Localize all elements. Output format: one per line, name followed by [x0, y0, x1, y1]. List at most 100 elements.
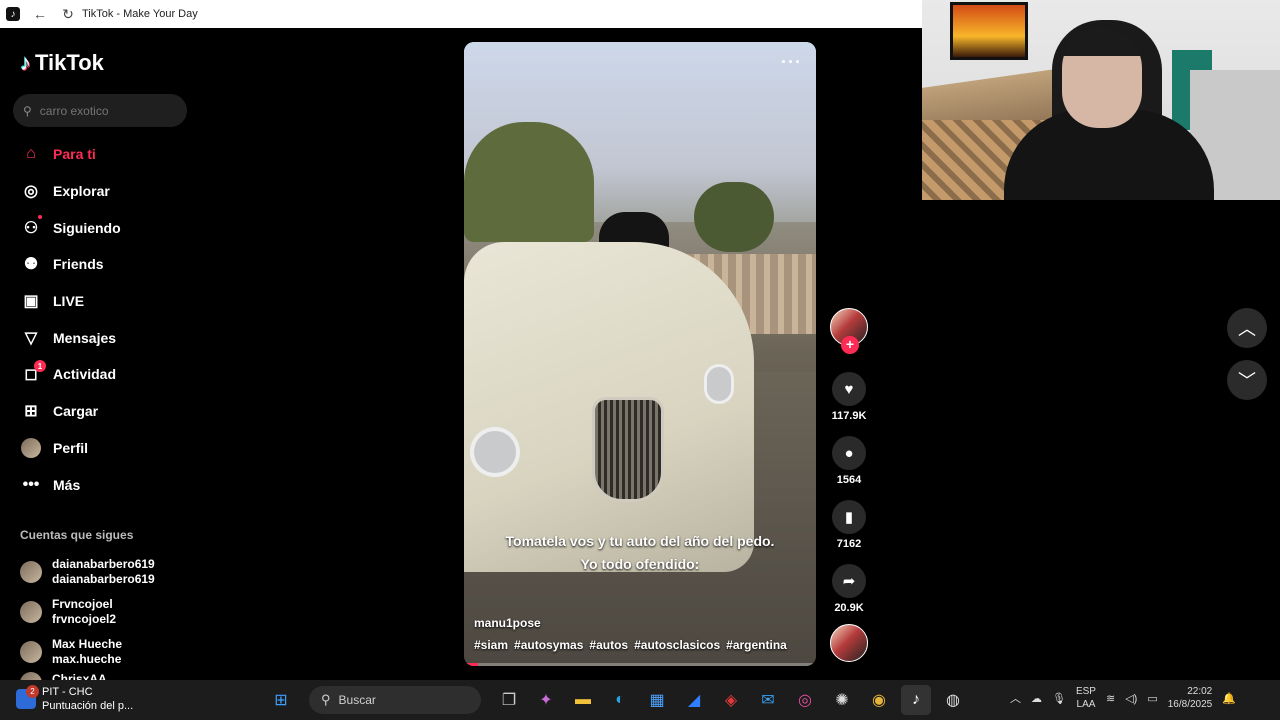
instagram-icon[interactable]: ◎: [790, 685, 820, 715]
nav-label: Cargar: [53, 403, 99, 420]
video-progress-bar[interactable]: [464, 663, 816, 666]
account-name: daianabarbero619: [52, 557, 155, 571]
nav-label: Friends: [53, 256, 104, 273]
bookmark-icon: ▮: [844, 509, 854, 526]
next-video-button[interactable]: ﹀: [1227, 360, 1267, 400]
main-nav: ⌂ Para ti ◎ Explorar ⚇ Siguiendo ⚉ Frien…: [0, 136, 200, 503]
reload-icon[interactable]: ↻: [54, 0, 82, 28]
outlook-icon[interactable]: ✉: [753, 685, 783, 715]
webcam-overlay: [922, 0, 1280, 200]
tiktok-logo[interactable]: ♪ TikTok: [20, 50, 104, 76]
feed-navigation: ︿ ﹀: [1227, 308, 1267, 412]
nav-item-cargar[interactable]: ⊞ Cargar: [0, 393, 200, 430]
shield-app-icon[interactable]: ◈: [716, 685, 746, 715]
share-button[interactable]: ➦: [832, 564, 866, 598]
music-disc-avatar[interactable]: [830, 624, 868, 662]
search-input[interactable]: [39, 103, 160, 118]
home-icon: ⌂: [26, 145, 36, 163]
taskbar-search[interactable]: ⚲ Buscar: [309, 686, 481, 714]
nav-label: LIVE: [53, 293, 85, 310]
heart-icon: ♥: [844, 380, 854, 398]
hashtag[interactable]: #siam: [474, 638, 508, 652]
like-count: 117.9K: [831, 410, 867, 422]
nav-item-mas[interactable]: ••• Más: [0, 466, 200, 503]
system-tray: ︿ ☁ 🎙 ESP LAA ≋ ◁) ▭ 22:02 16/8/2025 🔔: [1010, 685, 1236, 711]
hashtag-list: #siam #autosymas #autos #autosclasicos #…: [474, 638, 787, 652]
hashtag[interactable]: #autos: [589, 638, 628, 652]
account-name: Frvncojoel: [52, 597, 113, 611]
recorder-icon[interactable]: ◍: [938, 685, 968, 715]
wifi-icon[interactable]: ≋: [1106, 692, 1115, 705]
creator-avatar[interactable]: +: [830, 308, 868, 354]
video-frame-trees: [464, 122, 594, 242]
edge-icon[interactable]: ◐: [605, 685, 635, 715]
nav-label: Más: [53, 476, 81, 493]
cloud-icon[interactable]: ☁: [1031, 692, 1042, 705]
file-explorer-icon[interactable]: ▬: [568, 685, 598, 715]
following-icon: ⚇: [23, 219, 39, 237]
following-account[interactable]: Frvncojoel frvncojoel2: [20, 592, 190, 632]
save-count: 7162: [836, 538, 862, 550]
chrome-icon[interactable]: ◉: [864, 685, 894, 715]
nav-item-perfil[interactable]: Perfil: [0, 430, 200, 467]
nav-item-friends[interactable]: ⚉ Friends: [0, 246, 200, 283]
task-view-icon[interactable]: ❐: [494, 685, 524, 715]
account-handle: max.hueche: [52, 652, 122, 666]
save-button[interactable]: ▮: [832, 500, 866, 534]
following-section-title: Cuentas que sigues: [20, 528, 134, 542]
video-frame-headlight: [470, 427, 520, 477]
nav-label: Para ti: [53, 146, 96, 163]
video-player[interactable]: ··· Tomatela vos y tu auto del año del p…: [464, 42, 816, 666]
nav-label: Perfil: [53, 439, 89, 456]
language-indicator[interactable]: ESP LAA: [1076, 685, 1096, 711]
tiktok-taskbar-icon[interactable]: ♪: [901, 685, 931, 715]
more-options-icon[interactable]: ···: [781, 52, 802, 73]
comment-count: 1564: [836, 474, 862, 486]
store-icon[interactable]: ▦: [642, 685, 672, 715]
comment-icon: ●: [844, 444, 854, 462]
upload-icon: ⊞: [24, 403, 38, 421]
clock-date: 16/8/2025: [1167, 699, 1213, 710]
hashtag[interactable]: #argentina: [726, 638, 787, 652]
notifications-icon[interactable]: 🔔: [1222, 692, 1236, 705]
hashtag[interactable]: #autosclasicos: [634, 638, 720, 652]
nav-item-para-ti[interactable]: ⌂ Para ti: [0, 136, 200, 173]
video-actions: + ♥ 117.9K ● 1564 ▮ 7162 ➦ 20.9K: [830, 308, 868, 662]
chevron-down-icon: ﹀: [1238, 371, 1256, 391]
follow-plus-icon[interactable]: +: [841, 336, 859, 354]
battery-icon[interactable]: ▭: [1147, 692, 1157, 705]
video-author[interactable]: manu1pose: [474, 616, 541, 630]
share-icon: ➦: [842, 573, 856, 590]
back-icon[interactable]: ←: [26, 0, 54, 28]
search-bar[interactable]: ⚲: [13, 94, 187, 127]
chevron-up-icon[interactable]: ︿: [1010, 690, 1021, 706]
comment-button[interactable]: ●: [832, 436, 866, 470]
nav-item-mensajes[interactable]: ▽ Mensajes: [0, 319, 200, 356]
brand-name: TikTok: [35, 50, 104, 75]
nav-item-explorar[interactable]: ◎ Explorar: [0, 173, 200, 210]
taskbar-widget[interactable]: 2 PIT - CHC Puntuación del p...: [16, 685, 133, 713]
volume-icon[interactable]: ◁): [1125, 692, 1137, 705]
video-caption: Tomatela vos y tu auto del año del pedo.…: [464, 530, 816, 576]
nav-item-live[interactable]: ▣ LIVE: [0, 283, 200, 320]
share-count: 20.9K: [834, 602, 864, 614]
previous-video-button[interactable]: ︿: [1227, 308, 1267, 348]
chevron-up-icon: ︿: [1238, 319, 1256, 339]
hashtag[interactable]: #autosymas: [514, 638, 583, 652]
nav-item-siguiendo[interactable]: ⚇ Siguiendo: [0, 209, 200, 246]
window-title: TikTok - Make Your Day: [82, 8, 198, 20]
nav-label: Actividad: [53, 366, 117, 383]
windows-start-icon[interactable]: ⊞: [266, 685, 296, 715]
following-account[interactable]: daianabarbero619 daianabarbero619: [20, 552, 190, 592]
search-icon[interactable]: ⚲: [23, 104, 32, 118]
nav-item-actividad[interactable]: ◻ 1 Actividad: [0, 356, 200, 393]
microphone-icon[interactable]: 🎙: [1052, 692, 1066, 705]
copilot-icon[interactable]: ✦: [531, 685, 561, 715]
like-button[interactable]: ♥: [832, 372, 866, 406]
chatgpt-icon[interactable]: ✺: [827, 685, 857, 715]
video-frame-headlight: [704, 364, 734, 404]
widget-subtitle: Puntuación del p...: [42, 700, 134, 712]
vscode-icon[interactable]: ◢: [679, 685, 709, 715]
following-account[interactable]: Max Hueche max.hueche: [20, 632, 190, 672]
clock[interactable]: 22:02 16/8/2025: [1168, 685, 1213, 711]
